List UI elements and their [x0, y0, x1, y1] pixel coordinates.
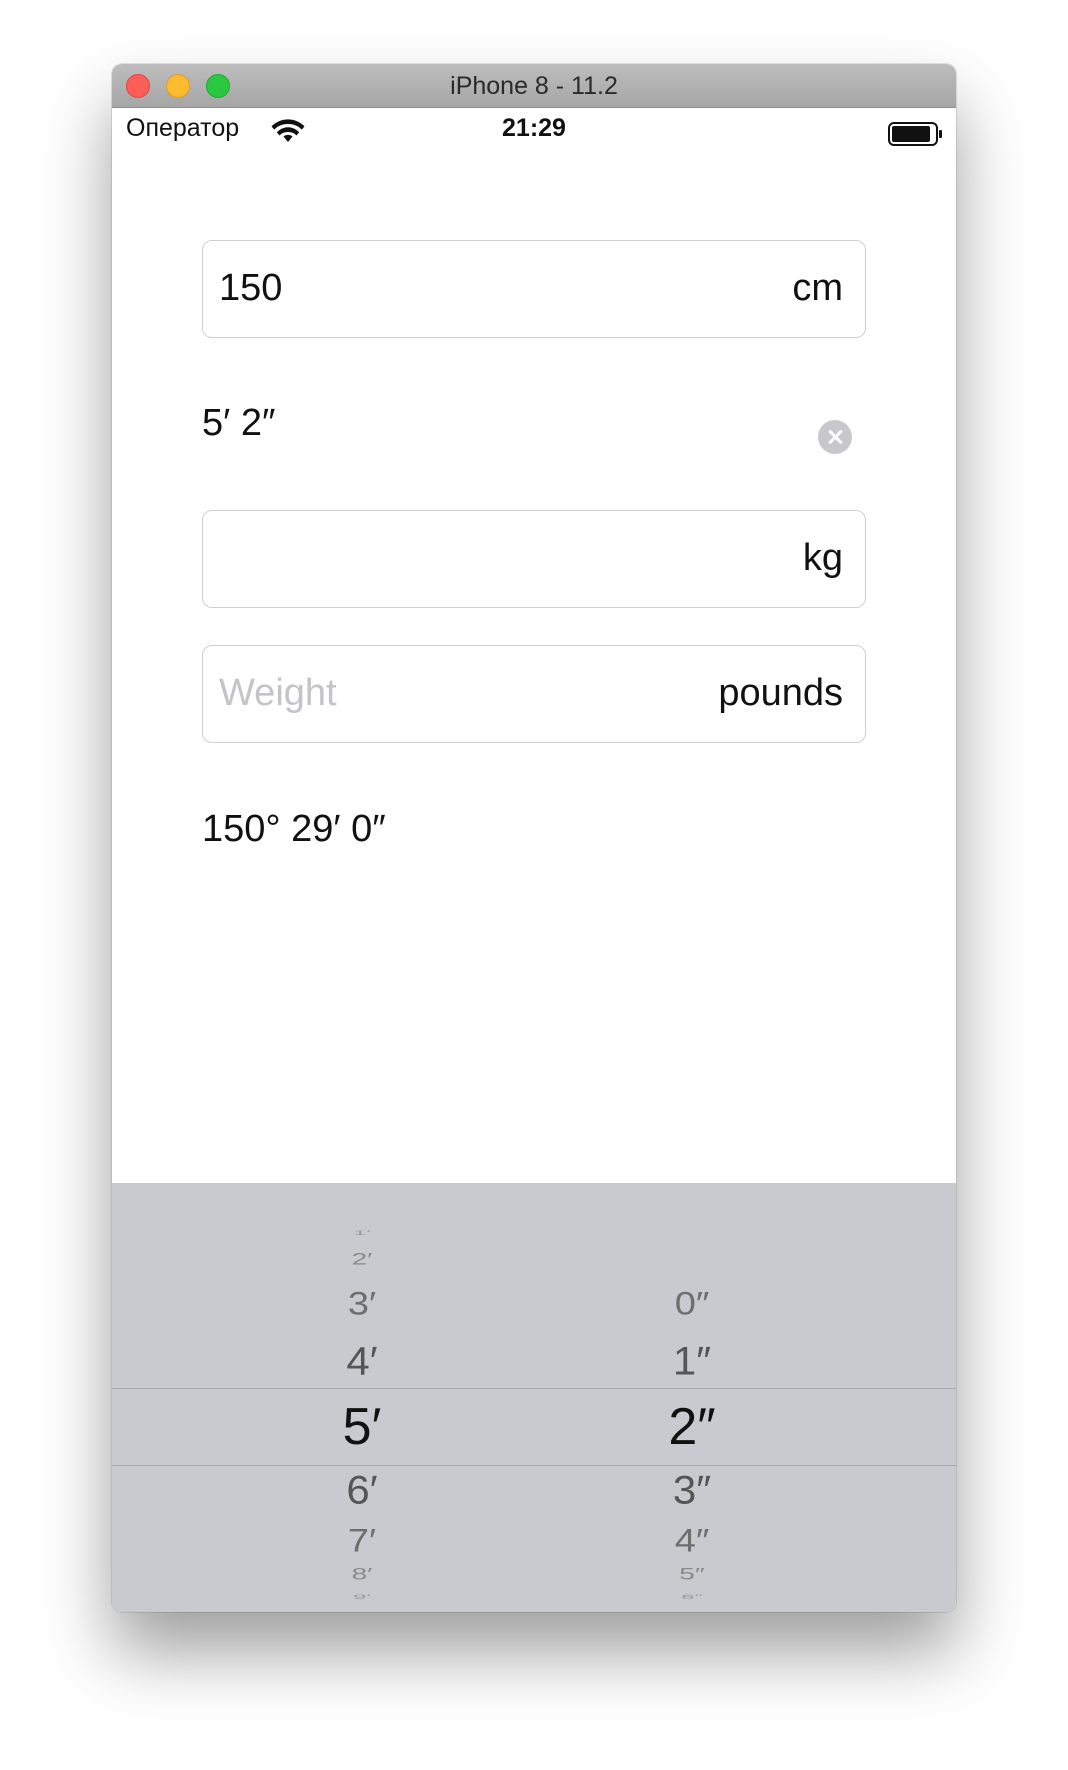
status-time: 21:29: [502, 114, 566, 142]
picker-inches-item[interactable]: 5″: [592, 1564, 792, 1583]
feet-inches-picker[interactable]: 1′ 2′ 3′ 4′ 5′ 6′ 7′ 8′ 9′ 0″ 1″ 2″ 3″ 4…: [112, 1183, 956, 1612]
device-screen: Оператор 21:29 150 cm 5′ 2″ kg Weight po…: [112, 108, 956, 1612]
weight-pounds-placeholder: Weight: [219, 672, 337, 714]
picker-inches-item[interactable]: 4″: [592, 1523, 792, 1560]
picker-feet-item[interactable]: 6′: [262, 1467, 462, 1513]
angle-value-field[interactable]: 150° 29′ 0″: [202, 808, 386, 851]
picker-inches-item[interactable]: 3″: [592, 1467, 792, 1513]
picker-inches-item[interactable]: 0″: [592, 1286, 792, 1323]
picker-feet-item[interactable]: 9′: [262, 1594, 462, 1601]
battery-icon: [888, 122, 942, 146]
weight-kg-unit: kg: [802, 537, 843, 579]
weight-pounds-unit: pounds: [718, 672, 843, 714]
height-cm-field[interactable]: 150 cm: [202, 240, 866, 338]
picker-feet-item[interactable]: 7′: [262, 1523, 462, 1560]
picker-feet-selected[interactable]: 5′: [262, 1397, 462, 1457]
picker-feet-item[interactable]: 8′: [262, 1564, 462, 1583]
window-title: iPhone 8 - 11.2: [450, 72, 618, 100]
weight-pounds-field[interactable]: Weight pounds: [202, 645, 866, 743]
simulator-window: iPhone 8 - 11.2 Оператор 21:29 150 cm 5′…: [112, 64, 956, 1612]
height-feet-inches-field[interactable]: 5′ 2″: [202, 402, 275, 445]
height-cm-unit: cm: [792, 267, 843, 309]
picker-inches-item[interactable]: 1″: [592, 1338, 792, 1384]
picker-feet-item[interactable]: 2′: [262, 1249, 462, 1268]
clear-icon[interactable]: [818, 420, 852, 454]
picker-feet-item[interactable]: 3′: [262, 1286, 462, 1323]
picker-inches-item[interactable]: 6″: [592, 1594, 792, 1601]
weight-kg-field[interactable]: kg: [202, 510, 866, 608]
picker-inches-selected[interactable]: 2″: [592, 1397, 792, 1457]
picker-feet-item[interactable]: 4′: [262, 1338, 462, 1384]
status-bar: Оператор 21:29: [112, 108, 956, 152]
title-bar[interactable]: iPhone 8 - 11.2: [112, 64, 956, 108]
picker-selection-indicator: [112, 1388, 956, 1466]
picker-feet-item[interactable]: 1′: [262, 1230, 462, 1237]
height-cm-value: 150: [219, 267, 283, 309]
